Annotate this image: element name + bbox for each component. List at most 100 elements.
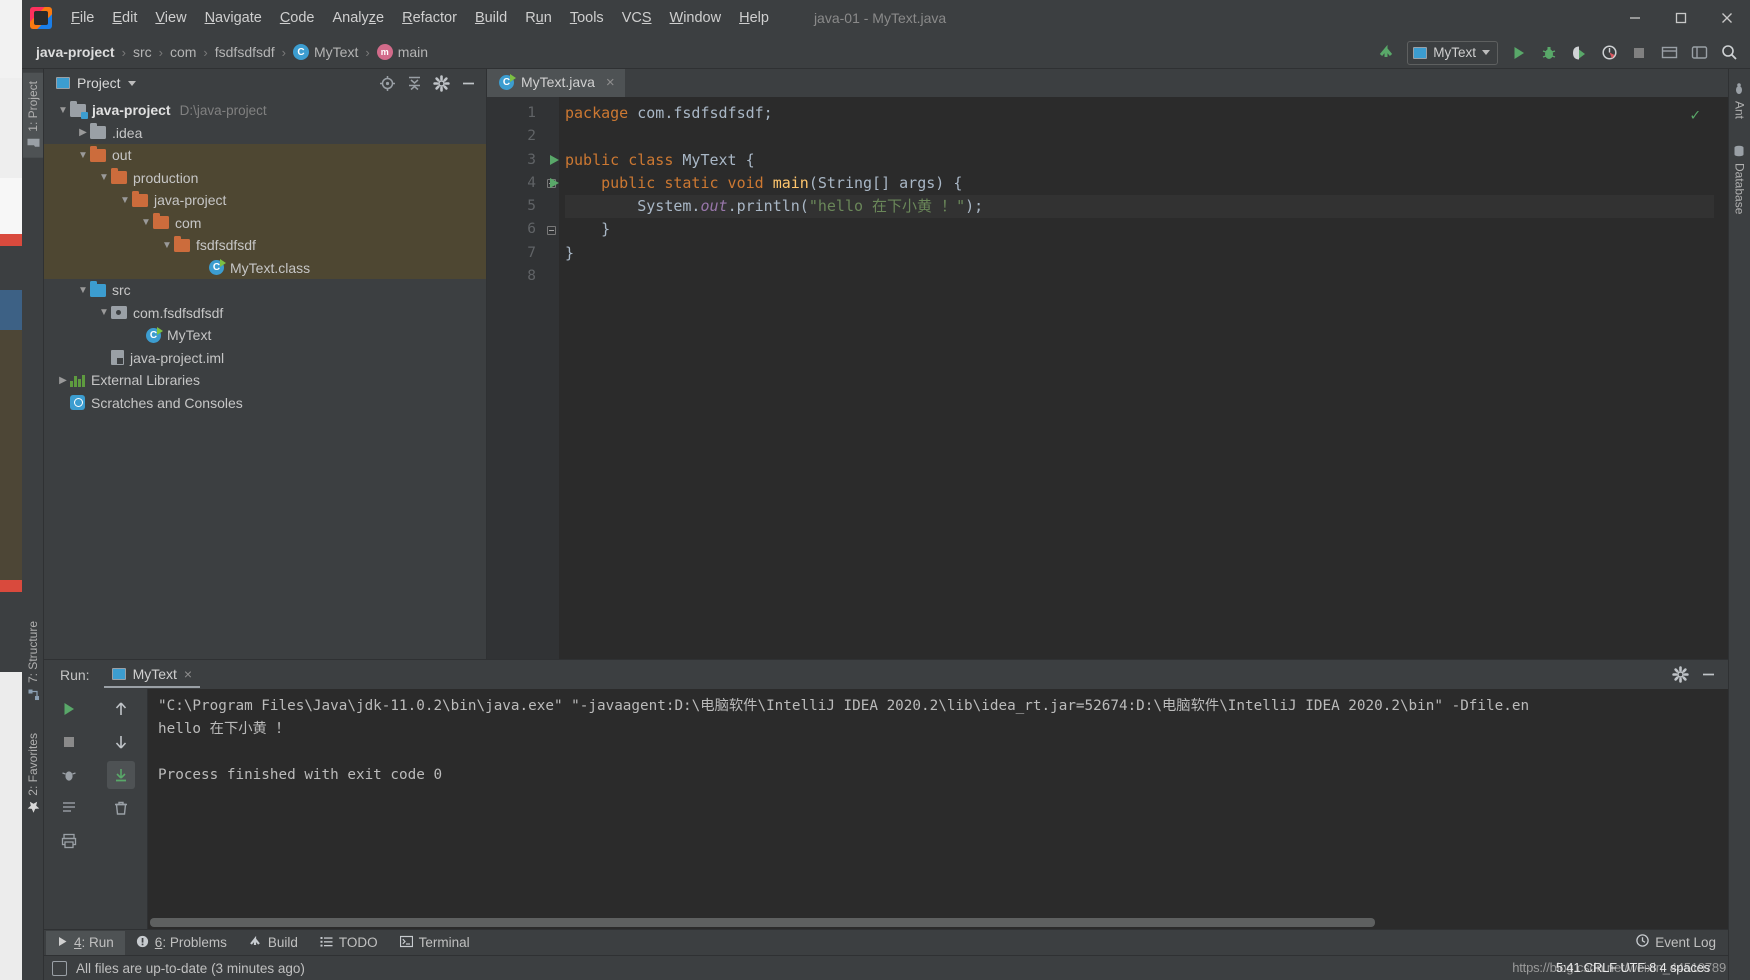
menu-navigate[interactable]: Navigate bbox=[196, 6, 271, 30]
tab-run[interactable]: 4: Run bbox=[46, 930, 125, 955]
run-gutter-icon[interactable] bbox=[550, 177, 559, 188]
tree-node-out[interactable]: ▼ out bbox=[44, 144, 486, 167]
menu-help[interactable]: Help bbox=[730, 6, 778, 30]
run-gutter-icon[interactable] bbox=[550, 154, 559, 165]
run-with-coverage-icon[interactable] bbox=[1566, 40, 1592, 66]
event-log-label[interactable]: Event Log bbox=[1655, 935, 1716, 950]
hide-panel-icon[interactable] bbox=[456, 71, 480, 95]
sidebar-item-ant[interactable]: Ant bbox=[1730, 75, 1750, 127]
scroll-to-end-icon[interactable] bbox=[107, 761, 135, 789]
menu-window[interactable]: Window bbox=[661, 6, 731, 30]
breadcrumb-main[interactable]: m main bbox=[376, 44, 428, 60]
tree-node-com[interactable]: ▼ com bbox=[44, 211, 486, 234]
run-icon[interactable] bbox=[1506, 40, 1532, 66]
menu-tools[interactable]: Tools bbox=[561, 6, 613, 30]
tab-terminal[interactable]: Terminal bbox=[389, 931, 481, 955]
tree-node-fsdfsdfsdf[interactable]: ▼ fsdfsdfsdf bbox=[44, 234, 486, 257]
sidebar-item-project[interactable]: 1: Project bbox=[22, 73, 43, 158]
tab-todo[interactable]: TODO bbox=[309, 931, 389, 955]
right-tool-rail: Ant Database bbox=[1728, 69, 1750, 980]
clear-all-icon[interactable] bbox=[107, 794, 135, 822]
fold-marker-close[interactable] bbox=[543, 218, 559, 241]
sidebar-item-database[interactable]: Database bbox=[1730, 137, 1750, 222]
collapse-all-icon[interactable] bbox=[402, 71, 426, 95]
profiler-icon[interactable] bbox=[1596, 40, 1622, 66]
soft-wrap-icon[interactable] bbox=[55, 794, 83, 822]
chevron-down-icon[interactable]: ▼ bbox=[118, 193, 132, 207]
tree-node-idea[interactable]: ▶ .idea bbox=[44, 122, 486, 145]
hide-panel-icon[interactable] bbox=[1696, 663, 1720, 687]
breadcrumb-java-project[interactable]: java-project bbox=[36, 44, 115, 60]
settings-gear-icon[interactable] bbox=[1668, 663, 1692, 687]
menu-vcs[interactable]: VCS bbox=[613, 6, 661, 30]
up-stack-icon[interactable] bbox=[107, 695, 135, 723]
chevron-down-icon[interactable]: ▼ bbox=[76, 148, 90, 162]
settings-gear-icon[interactable] bbox=[429, 71, 453, 95]
chevron-right-icon[interactable]: ▶ bbox=[76, 126, 90, 140]
tree-node-production[interactable]: ▼ production bbox=[44, 166, 486, 189]
tree-node-mytext[interactable]: C MyText bbox=[44, 324, 486, 347]
code-editor[interactable]: 1 2 3 4 5 6 7 8 package com.fsdfsdfsdf; … bbox=[487, 97, 1728, 659]
sidebar-item-favorites[interactable]: 2: Favorites bbox=[23, 725, 43, 822]
menu-code[interactable]: Code bbox=[271, 6, 324, 30]
tree-node-iml[interactable]: java-project.iml bbox=[44, 347, 486, 370]
breadcrumb-src[interactable]: src bbox=[133, 44, 152, 60]
menu-build[interactable]: Build bbox=[466, 6, 516, 30]
editor-scrollbar[interactable] bbox=[1714, 97, 1728, 659]
chevron-down-icon[interactable]: ▼ bbox=[97, 306, 111, 320]
run-configuration-selector[interactable]: MyText bbox=[1407, 40, 1498, 65]
stop-icon[interactable] bbox=[55, 728, 83, 756]
build-project-icon[interactable] bbox=[1373, 40, 1399, 66]
tree-node-src[interactable]: ▼ src bbox=[44, 279, 486, 302]
code-text[interactable]: package com.fsdfsdfsdf; public class MyT… bbox=[559, 97, 1714, 659]
editor-tab-mytext-java[interactable]: C MyText.java × bbox=[487, 69, 625, 97]
chevron-down-icon[interactable]: ▼ bbox=[160, 238, 174, 252]
down-stack-icon[interactable] bbox=[107, 728, 135, 756]
menu-view[interactable]: View bbox=[146, 6, 195, 30]
chevron-down-icon[interactable]: ▼ bbox=[56, 103, 70, 117]
close-icon[interactable]: × bbox=[184, 666, 192, 682]
debug-icon[interactable] bbox=[1536, 40, 1562, 66]
sidebar-item-structure[interactable]: 7: Structure bbox=[23, 613, 43, 709]
tree-node-scratches[interactable]: Scratches and Consoles bbox=[44, 392, 486, 415]
chevron-down-icon[interactable]: ▼ bbox=[97, 171, 111, 185]
tree-node-external-libraries[interactable]: ▶ External Libraries bbox=[44, 369, 486, 392]
chevron-down-icon bbox=[1482, 50, 1490, 55]
project-panel-title-group[interactable]: Project bbox=[56, 75, 136, 91]
menu-file[interactable]: File bbox=[62, 6, 103, 30]
print-icon[interactable] bbox=[55, 827, 83, 855]
thread-dump-icon[interactable] bbox=[55, 761, 83, 789]
source-folder-icon bbox=[90, 280, 106, 297]
menu-refactor[interactable]: Refactor bbox=[393, 6, 466, 30]
settings-gear-icon[interactable] bbox=[1686, 40, 1712, 66]
console-output[interactable]: "C:\Program Files\Java\jdk-11.0.2\bin\ja… bbox=[148, 689, 1728, 929]
tree-node-package[interactable]: ▼ com.fsdfsdfsdf bbox=[44, 302, 486, 325]
menu-run[interactable]: Run bbox=[516, 6, 561, 30]
minimize-button[interactable] bbox=[1612, 0, 1658, 36]
project-tree[interactable]: ▼ java-project D:\java-project ▶ .idea ▼… bbox=[44, 97, 486, 659]
inspection-status-icon[interactable]: ✓ bbox=[1690, 105, 1700, 124]
tab-build[interactable]: Build bbox=[238, 931, 309, 955]
console-horizontal-scrollbar[interactable] bbox=[148, 918, 1728, 927]
run-tab-mytext[interactable]: MyText × bbox=[103, 662, 201, 688]
chevron-down-icon[interactable]: ▼ bbox=[76, 283, 90, 297]
chevron-right-icon[interactable]: ▶ bbox=[56, 373, 70, 387]
menu-analyze[interactable]: Analyze bbox=[324, 6, 394, 30]
close-button[interactable] bbox=[1704, 0, 1750, 36]
menu-edit[interactable]: Edit bbox=[103, 6, 146, 30]
chevron-down-icon[interactable]: ▼ bbox=[139, 216, 153, 230]
tree-node-mytext-class[interactable]: C MyText.class bbox=[44, 256, 486, 279]
breadcrumb-com[interactable]: com bbox=[170, 44, 196, 60]
maximize-button[interactable] bbox=[1658, 0, 1704, 36]
update-project-icon[interactable] bbox=[1656, 40, 1682, 66]
search-everywhere-icon[interactable] bbox=[1716, 40, 1742, 66]
stop-icon[interactable] bbox=[1626, 40, 1652, 66]
breadcrumb-fsdfsdfsdf[interactable]: fsdfsdfsdf bbox=[215, 44, 275, 60]
tree-node-java-project-out[interactable]: ▼ java-project bbox=[44, 189, 486, 212]
breadcrumb-mytext[interactable]: C MyText bbox=[293, 44, 358, 60]
rerun-icon[interactable] bbox=[55, 695, 83, 723]
tree-node-java-project[interactable]: ▼ java-project D:\java-project bbox=[44, 99, 486, 122]
select-opened-file-icon[interactable] bbox=[375, 71, 399, 95]
close-icon[interactable]: × bbox=[606, 74, 615, 91]
tab-problems[interactable]: 6: Problems bbox=[125, 931, 238, 955]
